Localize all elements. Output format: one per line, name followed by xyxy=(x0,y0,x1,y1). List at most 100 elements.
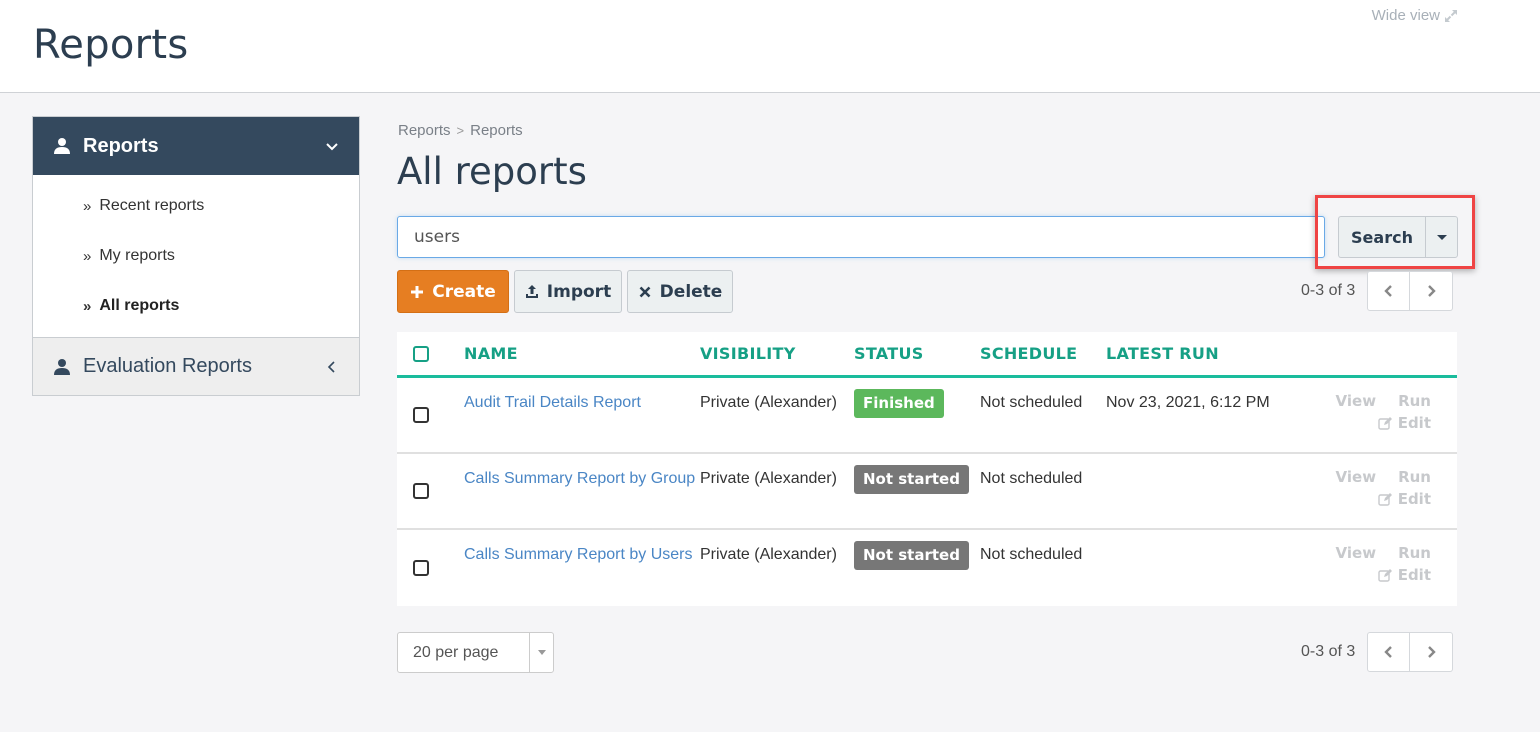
app-title: Reports xyxy=(33,22,189,68)
schedule-cell: Not scheduled xyxy=(980,470,1083,487)
next-page-button[interactable] xyxy=(1410,271,1454,311)
edit-action[interactable]: Edit xyxy=(1378,566,1431,584)
sidebar-item-label: Recent reports xyxy=(99,197,205,214)
result-count: 0-3 of 3 xyxy=(1301,282,1356,299)
sidebar-section-reports[interactable]: Reports xyxy=(33,117,359,175)
search-button[interactable]: Search xyxy=(1338,216,1425,258)
previous-page-button[interactable] xyxy=(1367,271,1411,311)
edit-action[interactable]: Edit xyxy=(1378,414,1431,432)
sidebar-section-label: Reports xyxy=(83,134,159,157)
wide-view-label: Wide view xyxy=(1371,7,1440,24)
edit-icon xyxy=(1378,569,1392,582)
import-label: Import xyxy=(546,281,612,302)
row-checkbox[interactable] xyxy=(413,560,429,576)
row-actions: View Run Edit xyxy=(1286,530,1457,606)
sidebar: Reports » Recent reports » My reports » … xyxy=(32,116,360,396)
search-input[interactable] xyxy=(397,216,1325,258)
visibility-cell: Private (Alexander) xyxy=(700,394,837,411)
sidebar-item-my-reports[interactable]: » My reports xyxy=(33,231,359,281)
chevron-left-icon xyxy=(1384,285,1392,297)
toolbar: Create Import Delete xyxy=(397,270,733,313)
plus-icon xyxy=(411,285,424,298)
latest-run-cell xyxy=(1106,530,1286,606)
per-page-value: 20 per page xyxy=(413,643,499,661)
per-page-select[interactable]: 20 per page xyxy=(397,632,554,673)
run-action[interactable]: Run xyxy=(1398,392,1431,410)
sidebar-section-label: Evaluation Reports xyxy=(83,355,252,377)
close-icon xyxy=(639,286,651,297)
user-icon xyxy=(54,358,70,375)
top-bar: Reports Wide view xyxy=(0,0,1540,93)
chevron-right-icon xyxy=(1428,646,1436,658)
pagination-top: 0-3 of 3 xyxy=(1301,271,1454,311)
table-row: Audit Trail Details Report Private (Alex… xyxy=(397,378,1457,454)
search-button-group: Search xyxy=(1338,216,1458,258)
double-chevron-icon: » xyxy=(83,297,92,315)
chevron-down-icon xyxy=(326,143,338,151)
chevron-right-icon xyxy=(1428,285,1436,297)
search-options-dropdown[interactable] xyxy=(1425,216,1458,258)
next-page-button[interactable] xyxy=(1410,632,1454,672)
result-count: 0-3 of 3 xyxy=(1301,643,1356,660)
edit-icon xyxy=(1378,417,1392,430)
column-header-status[interactable]: STATUS xyxy=(854,344,980,363)
sidebar-item-recent-reports[interactable]: » Recent reports xyxy=(33,181,359,231)
user-icon xyxy=(54,138,70,154)
view-action[interactable]: View xyxy=(1336,392,1377,410)
edit-label: Edit xyxy=(1397,490,1431,508)
sidebar-item-all-reports[interactable]: » All reports xyxy=(33,281,359,331)
chevron-left-icon xyxy=(1384,646,1392,658)
expand-icon xyxy=(1445,9,1457,22)
reports-table: NAME VISIBILITY STATUS SCHEDULE LATEST R… xyxy=(397,332,1457,606)
table-row: Calls Summary Report by Users Private (A… xyxy=(397,530,1457,606)
per-page-dropdown-toggle[interactable] xyxy=(529,633,553,672)
edit-label: Edit xyxy=(1397,414,1431,432)
caret-down-icon xyxy=(537,650,546,655)
status-badge: Not started xyxy=(854,541,969,570)
latest-run-cell xyxy=(1106,454,1286,528)
table-row: Calls Summary Report by Group Private (A… xyxy=(397,454,1457,530)
latest-run-cell: Nov 23, 2021, 6:12 PM xyxy=(1106,394,1270,411)
row-actions: View Run Edit xyxy=(1286,454,1457,528)
column-header-visibility[interactable]: VISIBILITY xyxy=(700,344,854,363)
select-all-checkbox[interactable] xyxy=(413,345,429,362)
visibility-cell: Private (Alexander) xyxy=(700,470,837,487)
double-chevron-icon: » xyxy=(83,197,92,215)
column-header-name[interactable]: NAME xyxy=(464,344,700,363)
report-name-link[interactable]: Audit Trail Details Report xyxy=(464,394,641,411)
column-header-latest-run[interactable]: LATEST RUN xyxy=(1106,344,1286,363)
view-action[interactable]: View xyxy=(1336,544,1377,562)
row-actions: View Run Edit xyxy=(1286,378,1457,452)
status-badge: Not started xyxy=(854,465,969,494)
sidebar-submenu: » Recent reports » My reports » All repo… xyxy=(33,175,359,337)
double-chevron-icon: » xyxy=(83,247,92,265)
breadcrumb-item[interactable]: Reports xyxy=(470,122,523,139)
pagination-bottom: 0-3 of 3 xyxy=(1301,632,1454,672)
wide-view-toggle[interactable]: Wide view xyxy=(1372,7,1458,24)
sidebar-item-label: All reports xyxy=(99,297,180,314)
page-title: All reports xyxy=(397,150,587,193)
create-button[interactable]: Create xyxy=(397,270,509,313)
breadcrumb-item[interactable]: Reports xyxy=(398,122,451,139)
delete-label: Delete xyxy=(659,281,723,302)
row-checkbox[interactable] xyxy=(413,483,429,499)
run-action[interactable]: Run xyxy=(1398,544,1431,562)
edit-icon xyxy=(1378,493,1392,506)
create-label: Create xyxy=(432,281,496,302)
run-action[interactable]: Run xyxy=(1398,468,1431,486)
status-badge: Finished xyxy=(854,389,944,418)
sidebar-section-evaluation-reports[interactable]: Evaluation Reports xyxy=(33,337,359,395)
column-header-schedule[interactable]: SCHEDULE xyxy=(980,344,1106,363)
report-name-link[interactable]: Calls Summary Report by Group xyxy=(464,470,695,487)
breadcrumb: Reports > Reports xyxy=(398,122,523,139)
previous-page-button[interactable] xyxy=(1367,632,1411,672)
schedule-cell: Not scheduled xyxy=(980,546,1083,563)
delete-button[interactable]: Delete xyxy=(627,270,733,313)
edit-action[interactable]: Edit xyxy=(1378,490,1431,508)
table-header: NAME VISIBILITY STATUS SCHEDULE LATEST R… xyxy=(397,332,1457,378)
report-name-link[interactable]: Calls Summary Report by Users xyxy=(464,546,693,563)
row-checkbox[interactable] xyxy=(413,407,429,423)
import-button[interactable]: Import xyxy=(514,270,622,313)
view-action[interactable]: View xyxy=(1336,468,1377,486)
caret-down-icon xyxy=(1436,234,1447,240)
